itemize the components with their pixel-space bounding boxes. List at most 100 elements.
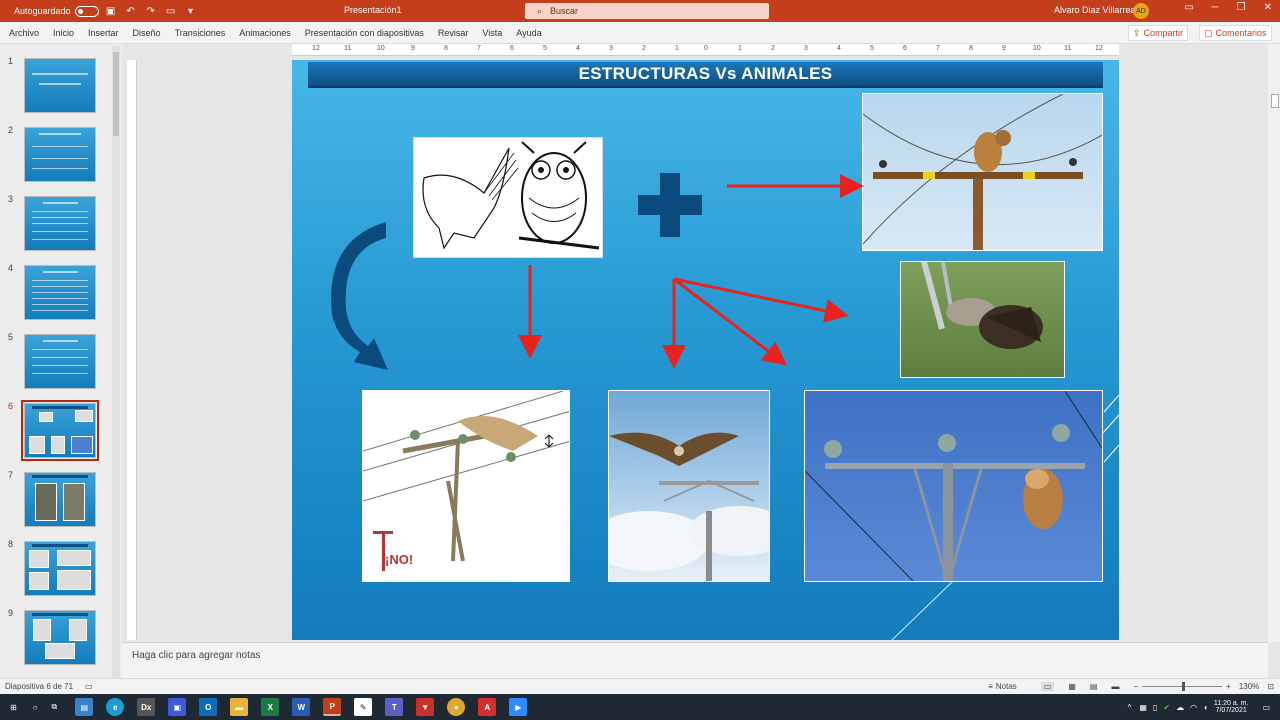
thumbnail-item[interactable]: 3: [0, 185, 122, 251]
store-icon[interactable]: ▤: [75, 698, 94, 716]
tab-vista[interactable]: Vista: [475, 28, 509, 38]
tab-archivo[interactable]: Archivo: [0, 28, 46, 38]
zoom-out-icon[interactable]: −: [1133, 682, 1138, 691]
accessibility-icon[interactable]: ▭: [85, 682, 93, 691]
zoom-in-icon[interactable]: +: [1226, 682, 1231, 691]
ruler-tick: 1: [738, 45, 742, 52]
tab-diseno[interactable]: Diseño: [126, 28, 168, 38]
security-tray-icon[interactable]: ✔: [1163, 703, 1170, 712]
no-sign-text: ¡NO!: [385, 552, 413, 567]
thumbnail-number: 8: [8, 539, 14, 549]
minimize-icon[interactable]: ─: [1212, 2, 1219, 13]
battery-icon[interactable]: ▯: [1153, 703, 1157, 712]
tab-transiciones[interactable]: Transiciones: [168, 28, 233, 38]
autosave-toggle[interactable]: Autoguardado: [14, 5, 99, 17]
thumbnail-slide-7[interactable]: [24, 472, 96, 527]
word-icon[interactable]: W: [292, 698, 311, 716]
slideshow-view-icon[interactable]: ▬: [1111, 682, 1119, 691]
powerpoint-icon[interactable]: P: [323, 698, 342, 716]
slide-canvas[interactable]: ESTRUCTURAS Vs ANIMALES ¡NO!: [292, 60, 1119, 640]
thumbnail-slide-5[interactable]: [24, 334, 96, 389]
eagle-over-pole-photo[interactable]: [608, 390, 770, 582]
excel-icon[interactable]: X: [261, 698, 280, 716]
thumbnail-item[interactable]: 4: [0, 254, 122, 320]
tab-revisar[interactable]: Revisar: [431, 28, 476, 38]
tab-presentacion[interactable]: Presentación con diapositivas: [298, 28, 431, 38]
ruler-tick: 10: [1033, 45, 1041, 52]
slideshow-icon[interactable]: ▭: [163, 6, 179, 17]
notes-pane[interactable]: Haga clic para agregar notas: [122, 642, 1268, 678]
dx-app-icon[interactable]: Dx: [137, 698, 156, 716]
customize-icon[interactable]: ▾: [183, 6, 199, 17]
volume-icon[interactable]: ◖: [1203, 703, 1208, 712]
close-icon[interactable]: ✕: [1264, 2, 1272, 13]
vertical-scrollbar[interactable]: [1268, 44, 1280, 642]
save-icon[interactable]: ▣: [103, 6, 119, 17]
avatar[interactable]: AD: [1133, 3, 1149, 19]
onedrive-icon[interactable]: ☁: [1176, 703, 1184, 712]
acrobat-icon[interactable]: A: [478, 698, 497, 716]
app-icon[interactable]: ▣: [168, 698, 187, 716]
zoom-level[interactable]: 130%: [1239, 682, 1259, 691]
security-app-icon[interactable]: ▼: [416, 698, 435, 716]
ruler-tick: 6: [903, 45, 907, 52]
search-input[interactable]: ⌕ Buscar: [525, 3, 769, 19]
thumbnail-item[interactable]: 5: [0, 323, 122, 389]
task-view-icon[interactable]: ⧉: [52, 702, 58, 712]
tab-animaciones[interactable]: Animaciones: [232, 28, 298, 38]
thumbnail-slide-1[interactable]: [24, 58, 96, 113]
tab-inicio[interactable]: Inicio: [46, 28, 81, 38]
file-explorer-icon[interactable]: ▬: [230, 698, 249, 716]
thumbnail-scrollbar[interactable]: [112, 46, 120, 678]
clock[interactable]: 11:20 a. m. 7/07/2021: [1214, 700, 1249, 714]
network-icon[interactable]: ▦: [1139, 703, 1147, 712]
search-taskbar-icon[interactable]: ○: [33, 703, 38, 712]
tab-insertar[interactable]: Insertar: [81, 28, 126, 38]
reading-view-icon[interactable]: ▤: [1090, 682, 1098, 691]
eagle-electrocution-drawing[interactable]: ¡NO!: [362, 390, 570, 582]
whiteboard-icon[interactable]: ✎: [354, 698, 373, 716]
thumbnail-item[interactable]: 7: [0, 461, 122, 527]
windows-start-icon[interactable]: ⊞: [10, 703, 17, 712]
comments-label: Comentarios: [1215, 28, 1267, 38]
edge-icon[interactable]: e: [106, 698, 125, 716]
slide-sorter-icon[interactable]: ▦: [1068, 682, 1076, 691]
thumbnail-number: 4: [8, 263, 14, 273]
outlook-icon[interactable]: O: [199, 698, 218, 716]
thumbnail-slide-9[interactable]: [24, 610, 96, 665]
ruler-tick: 3: [804, 45, 808, 52]
thumbnail-item[interactable]: 9: [0, 599, 122, 665]
tab-ayuda[interactable]: Ayuda: [509, 28, 548, 38]
wifi-icon[interactable]: ◠: [1190, 703, 1197, 712]
normal-view-icon[interactable]: ▭: [1040, 682, 1055, 691]
thumbnail-item[interactable]: 8: [0, 530, 122, 596]
system-tray-chevron-icon[interactable]: ^: [1128, 703, 1132, 712]
thumbnail-item[interactable]: 1: [0, 47, 122, 113]
ruler-tick: 4: [576, 45, 580, 52]
zoom-app-icon[interactable]: ▶: [509, 698, 528, 716]
notifications-icon[interactable]: ▭: [1262, 703, 1270, 712]
redo-icon[interactable]: ↷: [143, 6, 159, 17]
thumbnail-slide-8[interactable]: [24, 541, 96, 596]
toggle-switch[interactable]: [74, 5, 99, 17]
restore-icon[interactable]: ❐: [1237, 2, 1246, 13]
ribbon-display-icon[interactable]: ▭: [1184, 2, 1193, 13]
notes-toggle-button[interactable]: ≡ Notas: [988, 682, 1017, 691]
thumbnail-item[interactable]: 10: [0, 668, 122, 678]
teams-icon[interactable]: T: [385, 698, 404, 716]
thumbnail-slide-4[interactable]: [24, 265, 96, 320]
thumbnail-item[interactable]: 2: [0, 116, 122, 182]
share-button[interactable]: ⇪ Compartir: [1128, 25, 1189, 41]
comments-button[interactable]: ▢ Comentarios: [1199, 25, 1272, 41]
thumbnail-slide-6[interactable]: [21, 400, 99, 461]
search-icon: ⌕: [537, 5, 543, 16]
thumbnail-item[interactable]: 6: [0, 392, 122, 461]
zoom-slider[interactable]: [1142, 682, 1223, 691]
fit-slide-icon[interactable]: ⊡: [1267, 682, 1274, 691]
status-bar: Diapositiva 6 de 71 ▭ ≡ Notas ▭ ▦ ▤ ▬ − …: [0, 678, 1280, 694]
thumbnail-slide-3[interactable]: [24, 196, 96, 251]
user-name[interactable]: Alvaro Diaz Villarreal: [1054, 5, 1137, 15]
thumbnail-slide-2[interactable]: [24, 127, 96, 182]
chrome-icon[interactable]: ●: [447, 698, 466, 716]
undo-icon[interactable]: ↶: [123, 6, 139, 17]
